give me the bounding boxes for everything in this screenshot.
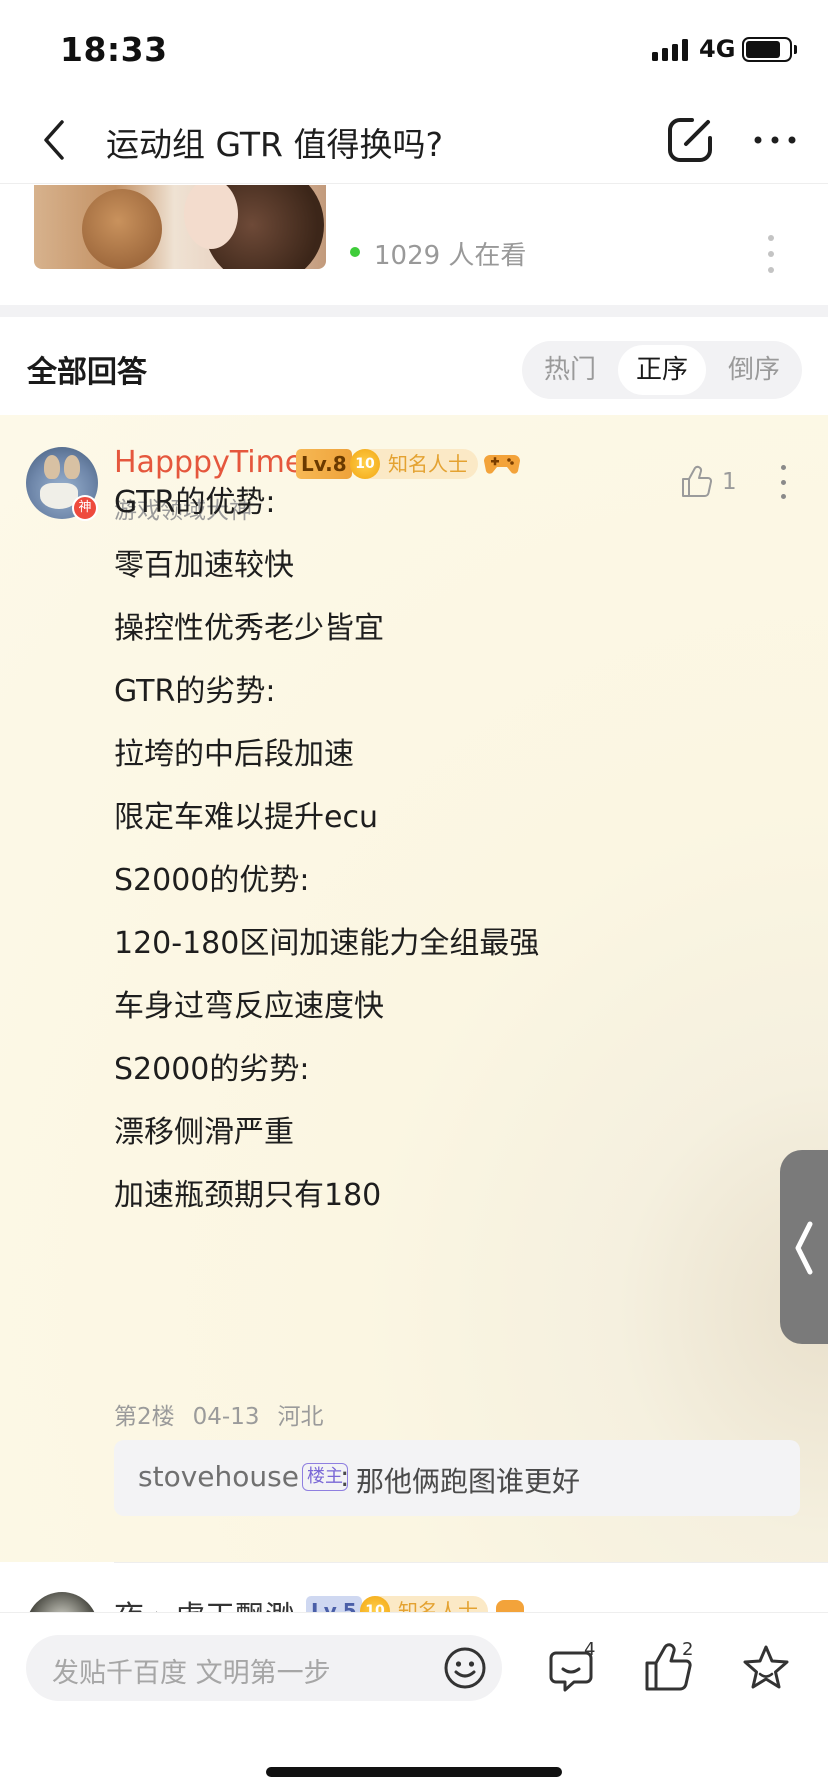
honor-medal-icon: 10 <box>350 449 380 479</box>
reply-meta: 第2楼 04-13 河北 <box>114 1397 341 1431</box>
comment-input-placeholder: 发贴千百度 文明第一步 <box>52 1658 331 1689</box>
reply-username[interactable]: HapppyTime <box>114 445 303 480</box>
sort-tab-descending[interactable]: 倒序 <box>710 345 798 395</box>
answers-header: 全部回答 热门 正序 倒序 <box>0 317 828 415</box>
reply-line: 限定车难以提升ecu <box>114 800 378 835</box>
more-icon[interactable] <box>750 116 800 164</box>
thumbs-up-icon[interactable] <box>680 465 714 499</box>
sort-segmented-control: 热门 正序 倒序 <box>522 341 802 399</box>
status-time: 18:33 <box>60 30 168 69</box>
next-reply-card: 夜 › 虐天飘渺 Lv.5 10 知名人士 <box>0 1562 828 1612</box>
floor-number: 第2楼 <box>114 1404 175 1430</box>
reply-date: 04-13 <box>192 1404 260 1430</box>
sub-reply-text: 那他俩跑图谁更好 <box>356 1465 581 1498</box>
reply-line: 120-180区间加速能力全组最强 <box>114 926 540 961</box>
comment-count: 4 <box>584 1639 596 1660</box>
sort-tab-ascending[interactable]: 正序 <box>618 345 706 395</box>
reply-more-icon[interactable] <box>776 465 790 499</box>
reply-line: 零百加速较快 <box>114 548 294 583</box>
battery-tip <box>794 45 797 54</box>
reply-card: 神 HapppyTime Lv.8 10 知名人士 游戏领域大神 1 GTR的优… <box>0 415 828 1562</box>
bottom-bar: 发贴千百度 文明第一步 4 2 <box>0 1612 828 1792</box>
signal-icon <box>652 39 688 61</box>
home-indicator <box>266 1767 562 1777</box>
reply-line: 操控性优秀老少皆宜 <box>114 611 384 646</box>
honor-badge: 10 知名人士 <box>350 449 478 479</box>
gamepad-icon <box>484 455 520 474</box>
reply-line: 车身过弯反应速度快 <box>114 989 384 1024</box>
honor-title: 知名人士 <box>388 452 468 476</box>
sub-reply-username[interactable]: stovehouse <box>138 1460 299 1493</box>
reply-line: GTR的劣势: <box>114 674 276 709</box>
gamepad-icon <box>496 1600 524 1612</box>
reply-line: S2000的劣势: <box>114 1052 310 1087</box>
network-type: 4G <box>699 35 736 63</box>
chevron-left-icon <box>795 1221 813 1275</box>
reply-location: 河北 <box>277 1404 324 1430</box>
honor-badge: 10 知名人士 <box>360 1596 488 1612</box>
honor-medal-icon: 10 <box>360 1596 390 1612</box>
sort-tab-hot[interactable]: 热门 <box>526 345 614 395</box>
answers-title: 全部回答 <box>27 355 147 390</box>
reply-username[interactable]: 夜 › 虐天飘渺 <box>114 1592 295 1612</box>
edit-icon[interactable] <box>662 112 718 168</box>
live-more-icon[interactable] <box>764 235 778 273</box>
like-count-total: 2 <box>682 1639 694 1660</box>
battery-icon <box>742 37 792 62</box>
like-count: 1 <box>722 469 737 495</box>
nav-bar: 运动组 GTR 值得换吗? <box>0 96 828 184</box>
reply-line: GTR的优势: <box>114 485 276 520</box>
honor-title: 知名人士 <box>398 1599 478 1612</box>
section-divider <box>0 305 828 317</box>
reply-line: 漂移侧滑严重 <box>114 1115 294 1150</box>
reply-line: 拉垮的中后段加速 <box>114 737 354 772</box>
live-banner[interactable]: 1029 人在看 <box>0 185 828 305</box>
avatar[interactable] <box>26 1592 98 1612</box>
emoji-icon[interactable] <box>440 1643 490 1693</box>
reply-divider <box>114 1562 828 1563</box>
live-status-dot <box>350 247 360 257</box>
reply-line: S2000的优势: <box>114 863 310 898</box>
status-bar: 18:33 4G <box>0 0 828 96</box>
side-drawer-handle[interactable] <box>780 1150 828 1344</box>
back-icon[interactable] <box>36 114 76 166</box>
level-badge: Lv.8 <box>296 449 352 479</box>
star-icon[interactable] <box>738 1641 794 1697</box>
page-title: 运动组 GTR 值得换吗? <box>106 125 443 164</box>
comment-input[interactable]: 发贴千百度 文明第一步 <box>26 1635 502 1701</box>
sub-reply-colon: : <box>340 1460 350 1493</box>
god-badge: 神 <box>72 495 98 521</box>
live-thumbnail[interactable] <box>34 185 326 269</box>
sub-reply[interactable]: stovehouse 楼主 : 那他俩跑图谁更好 <box>114 1440 800 1516</box>
live-viewer-count: 1029 人在看 <box>374 241 527 271</box>
reply-line: 加速瓶颈期只有180 <box>114 1178 382 1213</box>
level-badge: Lv.5 <box>306 1596 362 1612</box>
